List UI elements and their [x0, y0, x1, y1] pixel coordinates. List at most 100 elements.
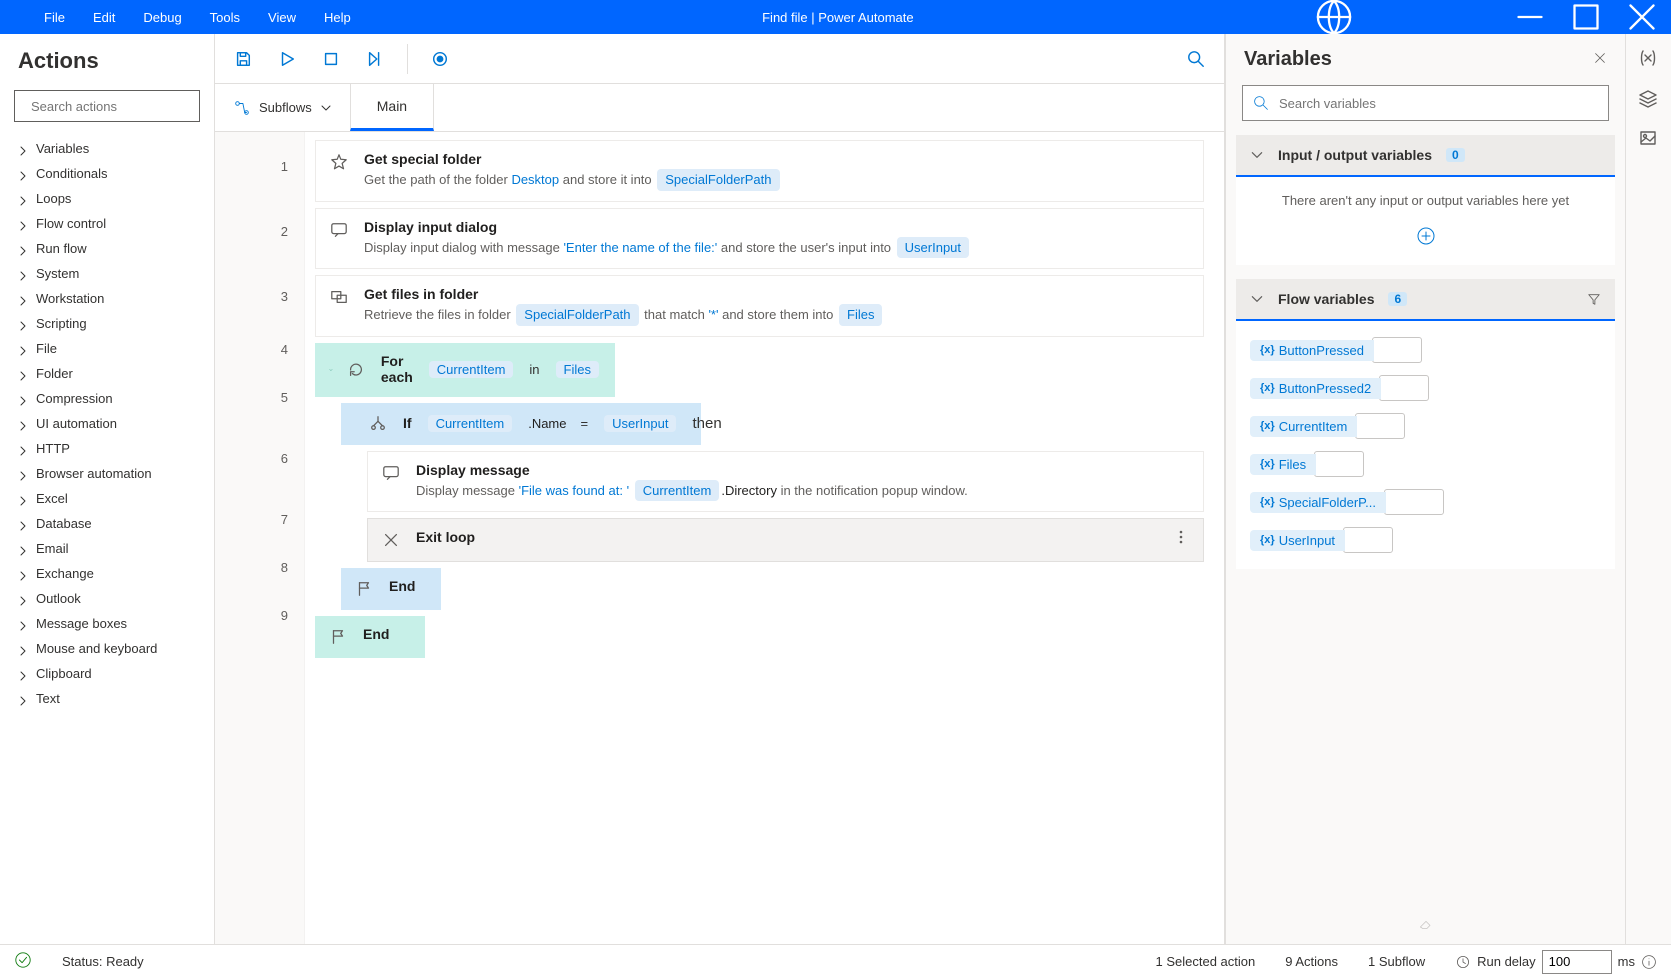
- actions-search-input[interactable]: [31, 99, 207, 114]
- star-icon: [330, 153, 350, 173]
- cat-ui-automation[interactable]: UI automation: [14, 411, 214, 436]
- eq: =: [581, 416, 589, 431]
- delay-input[interactable]: [1542, 950, 1612, 974]
- cat-mouse-keyboard[interactable]: Mouse and keyboard: [14, 636, 214, 661]
- io-variables-section: Input / output variables 0 There aren't …: [1236, 135, 1615, 265]
- cat-exchange[interactable]: Exchange: [14, 561, 214, 586]
- variables-search[interactable]: [1242, 85, 1609, 121]
- menu-view[interactable]: View: [254, 2, 310, 33]
- cat-flow-control[interactable]: Flow control: [14, 211, 214, 236]
- cat-text[interactable]: Text: [14, 686, 214, 711]
- menu-edit[interactable]: Edit: [79, 2, 129, 33]
- variables-panel: Variables Input / output variables 0 The…: [1225, 34, 1625, 944]
- stop-button[interactable]: [319, 47, 343, 71]
- cat-system[interactable]: System: [14, 261, 214, 286]
- step-exit-loop[interactable]: Exit loop: [367, 518, 1204, 562]
- cat-variables[interactable]: Variables: [14, 136, 214, 161]
- cat-database[interactable]: Database: [14, 511, 214, 536]
- cat-label: File: [36, 341, 57, 356]
- tab-main[interactable]: Main: [350, 84, 434, 131]
- cat-compression[interactable]: Compression: [14, 386, 214, 411]
- chevron-down-icon: [320, 102, 332, 114]
- cat-excel[interactable]: Excel: [14, 486, 214, 511]
- step-if[interactable]: If CurrentItem .Name = UserInput then: [341, 403, 701, 445]
- cat-run-flow[interactable]: Run flow: [14, 236, 214, 261]
- close-icon[interactable]: [1619, 0, 1665, 34]
- right-rail: [1625, 34, 1671, 944]
- environment-icon[interactable]: [1311, 0, 1357, 34]
- menu-help[interactable]: Help: [310, 2, 365, 33]
- ms-label: ms: [1618, 954, 1635, 969]
- save-button[interactable]: [231, 47, 255, 71]
- subflows-button[interactable]: Subflows: [215, 84, 350, 131]
- more-button[interactable]: [1173, 529, 1189, 548]
- close-icon: [382, 531, 402, 551]
- var-row-files[interactable]: {x}Files: [1236, 445, 1615, 483]
- step-display-input-dialog[interactable]: Display input dialog Display input dialo…: [315, 208, 1204, 270]
- status-text: Status: Ready: [62, 954, 144, 969]
- maximize-icon[interactable]: [1563, 0, 1609, 34]
- menu-tools[interactable]: Tools: [196, 2, 254, 33]
- cat-http[interactable]: HTTP: [14, 436, 214, 461]
- menu-debug[interactable]: Debug: [129, 2, 195, 33]
- step-display-message[interactable]: Display message Display message 'File wa…: [367, 451, 1204, 513]
- var-row-buttonpressed[interactable]: {x}ButtonPressed: [1236, 331, 1615, 369]
- cat-scripting[interactable]: Scripting: [14, 311, 214, 336]
- variables-search-input[interactable]: [1279, 96, 1598, 111]
- dialog-icon: [330, 221, 350, 241]
- cat-workstation[interactable]: Workstation: [14, 286, 214, 311]
- flow-count-badge: 6: [1388, 292, 1407, 306]
- var-pill: {x}Files: [1250, 454, 1316, 475]
- cat-message-boxes[interactable]: Message boxes: [14, 611, 214, 636]
- eraser-icon[interactable]: [1226, 905, 1625, 944]
- step-title: End: [389, 578, 415, 594]
- add-variable-button[interactable]: [1252, 226, 1599, 249]
- designer-panel: Subflows Main 1 2 3 4 5 6 7 8 9: [215, 34, 1225, 944]
- io-count-badge: 0: [1446, 148, 1465, 162]
- cat-outlook[interactable]: Outlook: [14, 586, 214, 611]
- cat-email[interactable]: Email: [14, 536, 214, 561]
- var-pill: Files: [556, 361, 599, 378]
- search-flow-button[interactable]: [1184, 47, 1208, 71]
- line-3: 3: [215, 268, 304, 326]
- close-panel-button[interactable]: [1593, 51, 1607, 68]
- step-for-each[interactable]: For each CurrentItem in Files: [315, 343, 615, 397]
- step-end-if[interactable]: End: [341, 568, 441, 610]
- run-button[interactable]: [275, 47, 299, 71]
- variables-rail-button[interactable]: [1638, 48, 1660, 70]
- subflow-bar: Subflows Main: [215, 84, 1224, 132]
- actions-search[interactable]: [14, 90, 200, 122]
- statusbar: Status: Ready 1 Selected action 9 Action…: [0, 944, 1671, 978]
- layers-rail-button[interactable]: [1638, 88, 1660, 110]
- record-button[interactable]: [428, 47, 452, 71]
- line-2: 2: [215, 196, 304, 268]
- io-variables-header[interactable]: Input / output variables 0: [1236, 135, 1615, 177]
- menu-file[interactable]: File: [30, 2, 79, 33]
- cat-loops[interactable]: Loops: [14, 186, 214, 211]
- filter-icon[interactable]: [1587, 292, 1601, 306]
- cat-file[interactable]: File: [14, 336, 214, 361]
- cat-folder[interactable]: Folder: [14, 361, 214, 386]
- actions-panel: Actions Variables Conditionals Loops Flo…: [0, 34, 215, 944]
- info-icon[interactable]: [1641, 954, 1657, 970]
- step-end-for[interactable]: End: [315, 616, 425, 658]
- step-button[interactable]: [363, 47, 387, 71]
- cat-conditionals[interactable]: Conditionals: [14, 161, 214, 186]
- status-actions: 9 Actions: [1285, 954, 1338, 969]
- step-get-files-in-folder[interactable]: Get files in folder Retrieve the files i…: [315, 275, 1204, 337]
- flow-variables-header[interactable]: Flow variables 6: [1236, 279, 1615, 321]
- var-row-specialfolderpath[interactable]: {x}SpecialFolderP...: [1236, 483, 1615, 521]
- images-rail-button[interactable]: [1638, 128, 1660, 150]
- var-row-buttonpressed2[interactable]: {x}ButtonPressed2: [1236, 369, 1615, 407]
- var-row-userinput[interactable]: {x}UserInput: [1236, 521, 1615, 559]
- minimize-icon[interactable]: [1507, 0, 1553, 34]
- subflows-label: Subflows: [259, 100, 312, 115]
- cat-label: Database: [36, 516, 92, 531]
- actions-list[interactable]: Variables Conditionals Loops Flow contro…: [0, 132, 214, 944]
- var-row-currentitem[interactable]: {x}CurrentItem: [1236, 407, 1615, 445]
- cat-browser-automation[interactable]: Browser automation: [14, 461, 214, 486]
- step-title: Get special folder: [364, 151, 1189, 167]
- step-desc: Display input dialog with message 'Enter…: [364, 237, 1189, 259]
- cat-clipboard[interactable]: Clipboard: [14, 661, 214, 686]
- step-get-special-folder[interactable]: Get special folder Get the path of the f…: [315, 140, 1204, 202]
